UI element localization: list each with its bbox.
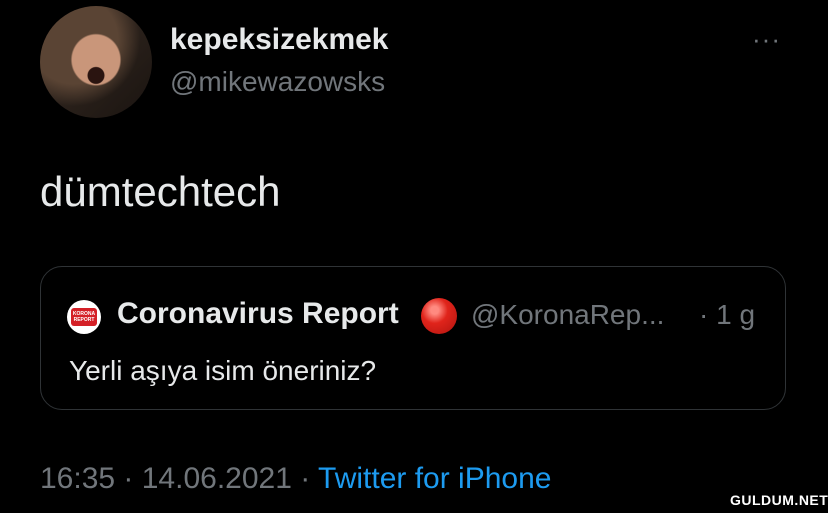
- author-avatar[interactable]: [40, 6, 152, 118]
- quoted-author-handle[interactable]: @KoronaRep...: [471, 299, 664, 331]
- tweet-text: dümtechtech: [40, 168, 281, 215]
- quoted-tweet-time[interactable]: · 1 g: [699, 299, 755, 331]
- author-display-name[interactable]: kepeksizekmek: [170, 23, 389, 57]
- separator-dot: ·: [291, 462, 319, 495]
- red-circle-icon: [421, 298, 457, 334]
- author-handle[interactable]: @mikewazowsks: [170, 66, 385, 98]
- quoted-author-name[interactable]: Coronavirus Report: [117, 297, 399, 331]
- logo-text-line2: REPORT: [73, 317, 95, 323]
- watermark: GULDUM.NET: [730, 492, 828, 508]
- tweet-time[interactable]: 16:35: [40, 462, 115, 495]
- more-options-icon[interactable]: ···: [752, 24, 781, 55]
- separator-dot: ·: [115, 462, 142, 495]
- tweet-metadata: 16:35 · 14.06.2021 · Twitter for iPhone: [40, 462, 551, 496]
- korona-report-logo-icon: KORONA REPORT: [71, 308, 97, 326]
- tweet-date[interactable]: 14.06.2021: [142, 462, 292, 495]
- quoted-tweet-card[interactable]: KORONA REPORT Coronavirus Report @Korona…: [40, 266, 786, 410]
- quoted-tweet-text: Yerli aşıya isim öneriniz?: [69, 355, 377, 386]
- tweet-source-link[interactable]: Twitter for iPhone: [318, 462, 551, 495]
- quoted-author-avatar[interactable]: KORONA REPORT: [67, 300, 101, 334]
